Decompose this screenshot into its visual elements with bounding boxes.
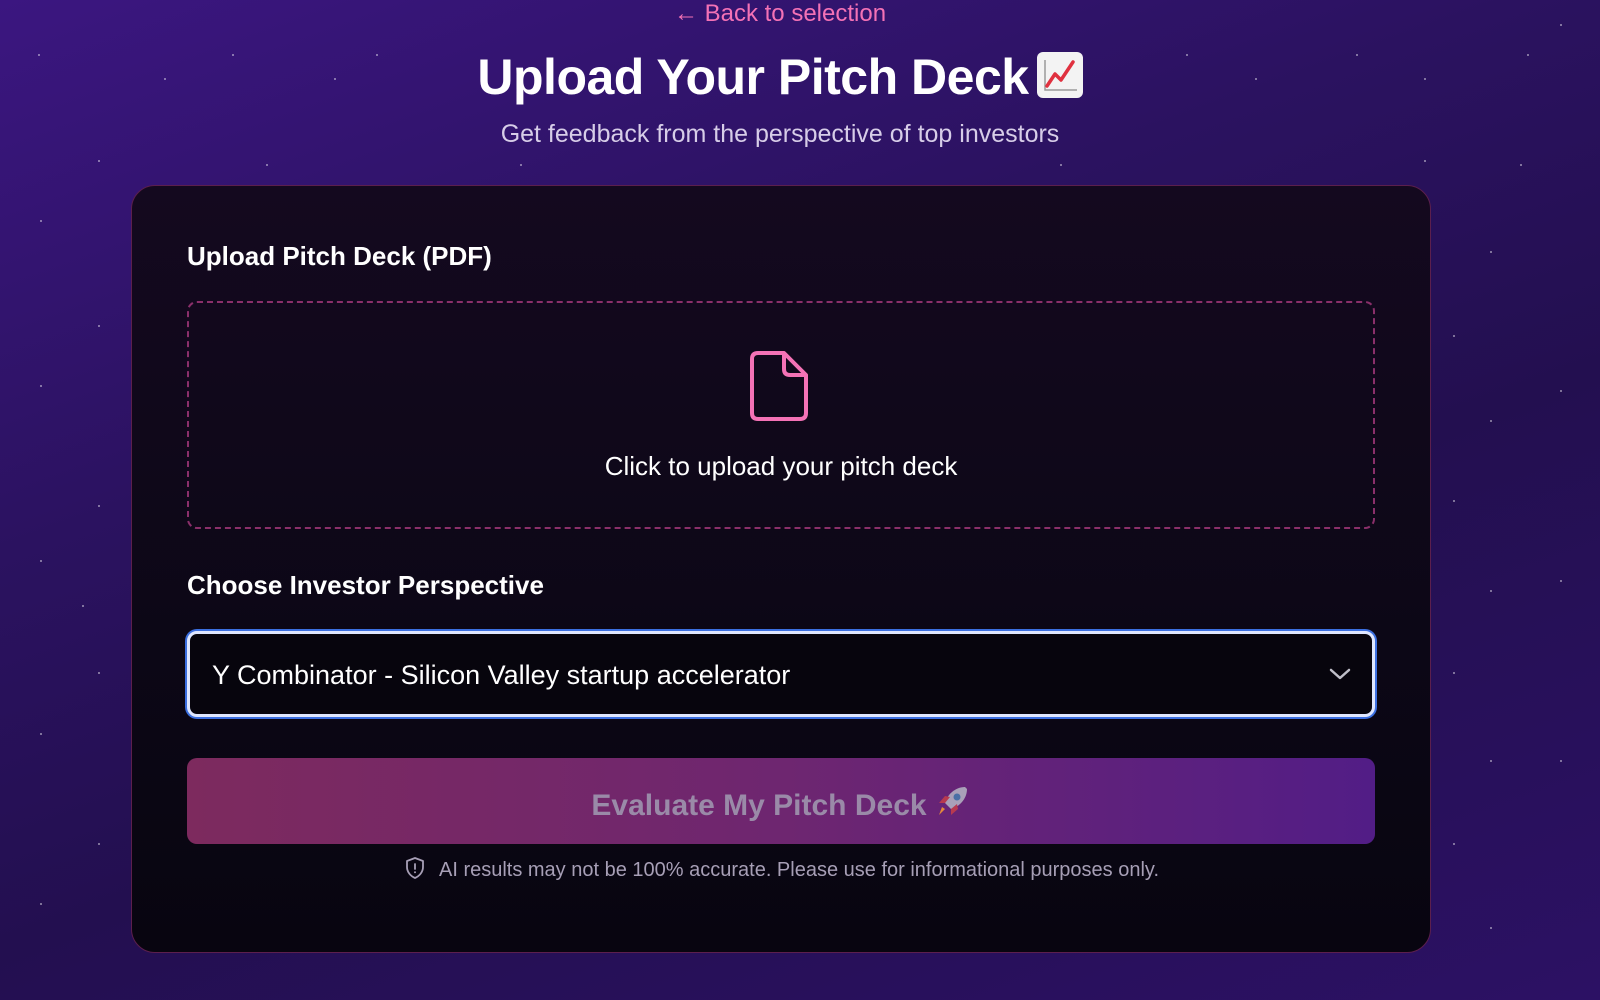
chevron-down-icon bbox=[1328, 666, 1352, 687]
pitch-deck-upload-dropzone[interactable]: Click to upload your pitch deck bbox=[187, 301, 1375, 529]
shield-icon bbox=[403, 856, 427, 886]
file-icon bbox=[750, 350, 810, 427]
disclaimer: AI results may not be 100% accurate. Ple… bbox=[132, 856, 1430, 886]
upload-field-label: Upload Pitch Deck (PDF) bbox=[187, 241, 492, 271]
page-title: Upload Your Pitch Deck bbox=[0, 48, 1560, 106]
upload-form-card: Upload Pitch Deck (PDF) Click to upload … bbox=[131, 185, 1431, 953]
chart-increasing-icon bbox=[1036, 52, 1083, 98]
rocket-icon bbox=[935, 783, 971, 827]
back-to-selection-link[interactable]: ← Back to selection bbox=[0, 0, 1560, 28]
evaluate-pitch-deck-button[interactable]: Evaluate My Pitch Deck bbox=[187, 758, 1375, 844]
disclaimer-text: AI results may not be 100% accurate. Ple… bbox=[438, 859, 1159, 881]
investor-selected-value: Y Combinator - Silicon Valley startup ac… bbox=[212, 660, 791, 690]
investor-perspective-select[interactable]: Y Combinator - Silicon Valley startup ac… bbox=[187, 631, 1375, 717]
page-title-text: Upload Your Pitch Deck bbox=[477, 49, 1029, 105]
upload-prompt-text: Click to upload your pitch deck bbox=[604, 451, 958, 481]
evaluate-button-text: Evaluate My Pitch Deck bbox=[591, 789, 927, 822]
evaluate-button-label: Evaluate My Pitch Deck bbox=[591, 783, 970, 827]
page-subtitle: Get feedback from the perspective of top… bbox=[500, 120, 1060, 148]
investor-field-label: Choose Investor Perspective bbox=[187, 570, 544, 600]
